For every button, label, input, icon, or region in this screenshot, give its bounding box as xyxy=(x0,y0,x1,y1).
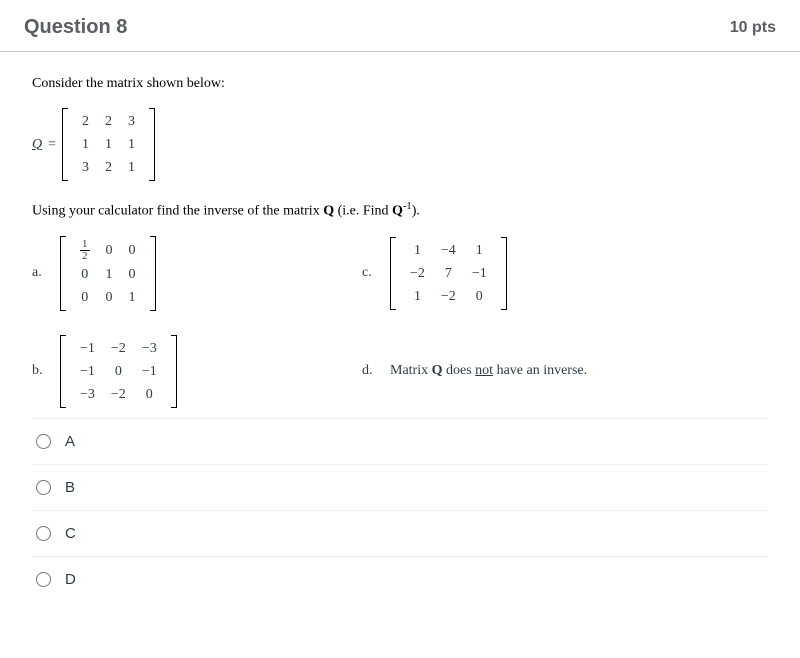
answer-choice-d[interactable]: D xyxy=(32,556,768,602)
symbol-q: Q xyxy=(32,137,42,153)
question-header: Question 8 10 pts xyxy=(0,0,800,52)
answer-choice-b[interactable]: B xyxy=(32,464,768,510)
question-title: Question 8 xyxy=(24,16,127,39)
question-points: 10 pts xyxy=(730,19,776,37)
radio-a[interactable] xyxy=(36,434,51,449)
option-c-label: c. xyxy=(362,265,376,281)
answer-choice-a[interactable]: A xyxy=(32,418,768,464)
answer-label-d: D xyxy=(65,571,76,588)
matrix-a: 1200 010 001 xyxy=(60,236,156,311)
equals-sign: = xyxy=(48,137,56,153)
option-a: a. 1200 010 001 xyxy=(32,236,332,311)
answer-label-b: B xyxy=(65,479,75,496)
option-d-text: Matrix Q does not have an inverse. xyxy=(390,363,587,379)
option-c: c. 1−41 −27−1 1−20 xyxy=(362,237,662,310)
option-d-label: d. xyxy=(362,363,376,379)
option-b: b. −1−2−3 −10−1 −3−20 xyxy=(32,335,332,408)
answer-choice-c[interactable]: C xyxy=(32,510,768,556)
option-a-label: a. xyxy=(32,265,46,281)
matrix-definition: Q = 223 111 321 xyxy=(32,108,768,181)
prompt-intro: Consider the matrix shown below: xyxy=(32,76,768,92)
question-body: Consider the matrix shown below: Q = 223… xyxy=(0,52,800,610)
option-b-label: b. xyxy=(32,363,46,379)
matrix-b: −1−2−3 −10−1 −3−20 xyxy=(60,335,177,408)
answer-label-a: A xyxy=(65,433,75,450)
answer-options-grid: a. 1200 010 001 c. 1−41 −27−1 1−20 xyxy=(32,236,768,408)
answer-choices: A B C D xyxy=(32,418,768,602)
radio-c[interactable] xyxy=(36,526,51,541)
radio-b[interactable] xyxy=(36,480,51,495)
matrix-c: 1−41 −27−1 1−20 xyxy=(390,237,507,310)
prompt-instruction: Using your calculator find the inverse o… xyxy=(32,201,768,220)
radio-d[interactable] xyxy=(36,572,51,587)
option-d: d. Matrix Q does not have an inverse. xyxy=(362,363,662,379)
answer-label-c: C xyxy=(65,525,76,542)
matrix-q: 223 111 321 xyxy=(62,108,155,181)
